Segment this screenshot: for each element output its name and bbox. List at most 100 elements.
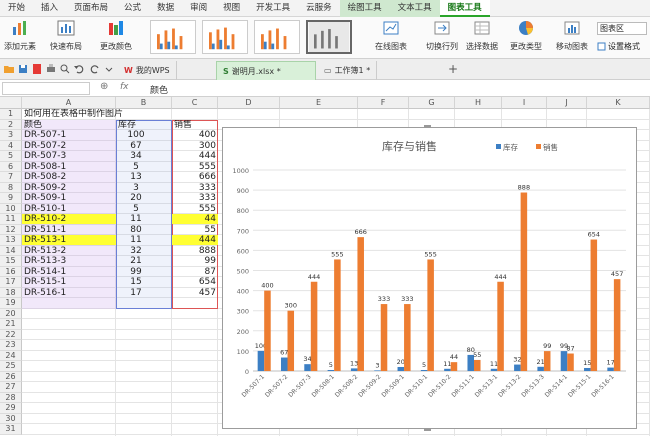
row-header-11[interactable]: 11 (0, 214, 22, 225)
row-header-30[interactable]: 30 (0, 413, 22, 424)
table-cell-color[interactable]: DR-509-2 (24, 183, 114, 194)
table-cell-color[interactable]: DR-510-2 (24, 214, 114, 225)
add-element-button[interactable]: 添加元素 (4, 19, 36, 52)
table-cell-sales[interactable]: 444 (172, 151, 218, 162)
column-header-c[interactable]: C (172, 97, 218, 109)
table-cell-stock[interactable]: 11 (118, 214, 154, 225)
row-header-26[interactable]: 26 (0, 371, 22, 382)
row-header-1[interactable]: 1 (0, 109, 22, 120)
change-color-button[interactable]: 更改颜色 (100, 19, 132, 52)
column-header-g[interactable]: G (409, 97, 455, 109)
menu-tab-drawing-tools[interactable]: 绘图工具 (339, 0, 390, 17)
table-cell-stock[interactable]: 34 (118, 151, 154, 162)
row-header-17[interactable]: 17 (0, 277, 22, 288)
table-cell-color[interactable]: DR-511-1 (24, 225, 114, 236)
row-header-25[interactable]: 25 (0, 361, 22, 372)
table-cell-sales[interactable]: 300 (172, 141, 218, 152)
column-header-h[interactable]: H (455, 97, 502, 109)
menu-tab-cloud[interactable]: 云服务 (298, 0, 340, 17)
chevron-down-icon[interactable] (104, 64, 114, 74)
column-header-j[interactable]: J (547, 97, 587, 109)
tab-my-wps[interactable]: W 我的WPS (118, 61, 177, 80)
column-header-b[interactable]: B (116, 97, 172, 109)
table-cell-stock[interactable]: 80 (118, 225, 154, 236)
menu-tab-view[interactable]: 视图 (215, 0, 248, 17)
table-cell-sales[interactable]: 55 (172, 225, 218, 236)
row-header-7[interactable]: 7 (0, 172, 22, 183)
row-header-27[interactable]: 27 (0, 382, 22, 393)
table-cell-color[interactable]: DR-513-3 (24, 256, 114, 267)
menu-tab-page-layout[interactable]: 页面布局 (66, 0, 116, 17)
chart-area[interactable]: 库存与销售 库存 销售 0 100 200 300 400 500 600 700 800 900 100… (222, 127, 637, 429)
table-cell-sales[interactable]: 555 (172, 204, 218, 215)
open-folder-icon[interactable] (4, 64, 14, 74)
chart-style-4[interactable] (306, 20, 352, 54)
formula-input[interactable]: 颜色 (150, 83, 168, 96)
table-cell-color[interactable]: DR-507-1 (24, 130, 114, 141)
redo-icon[interactable] (90, 64, 100, 74)
row-header-14[interactable]: 14 (0, 245, 22, 256)
chart-resize-handle-top[interactable] (424, 125, 431, 128)
row-header-12[interactable]: 12 (0, 224, 22, 235)
row-header-24[interactable]: 24 (0, 350, 22, 361)
preview-icon[interactable] (60, 64, 70, 74)
row-header-18[interactable]: 18 (0, 287, 22, 298)
table-cell-sales[interactable]: 555 (172, 162, 218, 173)
menu-tab-chart-tools[interactable]: 图表工具 (439, 0, 490, 17)
chart-style-2[interactable] (202, 20, 248, 54)
zoom-icon[interactable]: ⊕ (100, 81, 108, 92)
column-header-a[interactable]: A (22, 97, 116, 109)
table-cell-stock[interactable]: 15 (118, 277, 154, 288)
online-chart-button[interactable]: 在线图表 (375, 19, 407, 52)
table-cell-sales[interactable]: 99 (172, 256, 218, 267)
table-cell-stock[interactable]: 21 (118, 256, 154, 267)
row-header-20[interactable]: 20 (0, 308, 22, 319)
row-header-31[interactable]: 31 (0, 424, 22, 435)
menu-tab-insert[interactable]: 插入 (33, 0, 66, 17)
export-pdf-icon[interactable] (32, 64, 42, 74)
sheet-title-cell[interactable]: 如何用在表格中制作图片 (24, 109, 123, 120)
row-header-2[interactable]: 2 (0, 119, 22, 130)
new-tab-button[interactable]: + (448, 62, 458, 76)
table-cell-sales[interactable]: 333 (172, 193, 218, 204)
table-cell-stock[interactable]: 100 (118, 130, 154, 141)
table-cell-color[interactable]: DR-507-3 (24, 151, 114, 162)
header-cell[interactable]: 颜色 (24, 120, 114, 131)
header-cell[interactable]: 销售 (174, 120, 216, 131)
column-header-i[interactable]: I (502, 97, 547, 109)
tab-file-xieming[interactable]: S 谢明月.xlsx * (216, 61, 316, 80)
table-cell-stock[interactable]: 3 (118, 183, 154, 194)
menu-tab-data[interactable]: 数据 (149, 0, 182, 17)
table-cell-sales[interactable]: 888 (172, 246, 218, 257)
fx-label[interactable]: fx (120, 82, 129, 92)
menu-tab-review[interactable]: 审阅 (182, 0, 215, 17)
undo-icon[interactable] (74, 64, 84, 74)
tab-workbook1[interactable]: ▭ 工作簿1 * (318, 61, 378, 80)
chart-area-select[interactable]: 图表区 (597, 22, 647, 35)
table-cell-sales[interactable]: 444 (172, 235, 218, 246)
chart-style-3[interactable] (254, 20, 300, 54)
row-header-29[interactable]: 29 (0, 403, 22, 414)
row-header-9[interactable]: 9 (0, 193, 22, 204)
set-format-button[interactable]: 设置格式 (597, 41, 640, 52)
table-cell-color[interactable]: DR-508-2 (24, 172, 114, 183)
select-all-corner[interactable] (0, 97, 22, 109)
table-cell-stock[interactable]: 20 (118, 193, 154, 204)
switch-row-col-button[interactable]: 切换行列 (426, 19, 458, 52)
menu-tab-text-tools[interactable]: 文本工具 (389, 0, 440, 17)
table-cell-stock[interactable]: 32 (118, 246, 154, 257)
table-cell-stock[interactable]: 11 (118, 235, 154, 246)
chart-style-1[interactable] (150, 20, 196, 54)
table-cell-sales[interactable]: 666 (172, 172, 218, 183)
column-header-d[interactable]: D (218, 97, 280, 109)
quick-layout-button[interactable]: 快速布局 (50, 19, 82, 52)
table-cell-color[interactable]: DR-513-1 (24, 235, 114, 246)
column-header-e[interactable]: E (280, 97, 358, 109)
select-data-button[interactable]: 选择数据 (466, 19, 498, 52)
row-header-13[interactable]: 13 (0, 235, 22, 246)
table-cell-stock[interactable]: 5 (118, 162, 154, 173)
row-header-19[interactable]: 19 (0, 298, 22, 309)
bar-chart[interactable]: 库存与销售 库存 销售 0 100 200 300 400 500 600 700 800 900 100… (223, 128, 636, 428)
row-header-6[interactable]: 6 (0, 161, 22, 172)
table-cell-stock[interactable]: 5 (118, 204, 154, 215)
